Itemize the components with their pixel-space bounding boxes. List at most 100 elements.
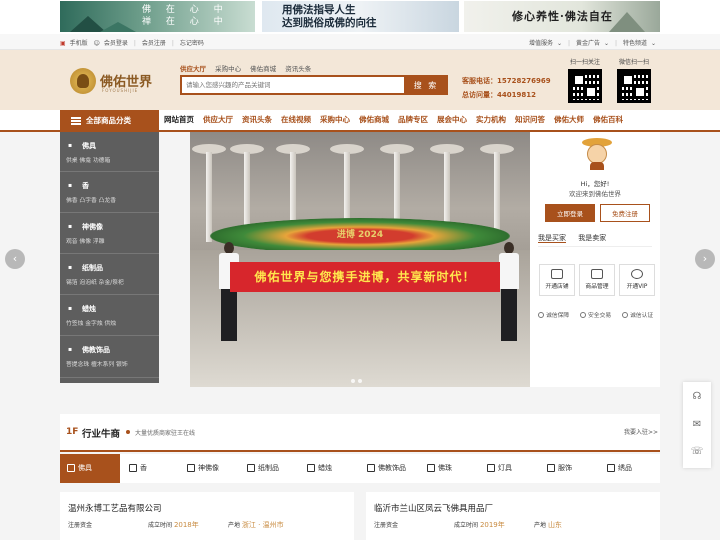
- category-item[interactable]: ▪ 神佛像 观音 佛像 浮雕: [60, 213, 159, 254]
- join-link[interactable]: 我要入驻>>: [624, 427, 658, 436]
- tab-category[interactable]: 佛具: [60, 454, 120, 483]
- open-vip-button[interactable]: 开通VIP: [619, 264, 655, 296]
- qr-follow: 扫一扫关注: [563, 57, 607, 103]
- nav-item[interactable]: 佛佑百科: [593, 115, 623, 124]
- ad-banner-1-text: 佛 在 心 中 禅 在 心 中: [142, 5, 229, 27]
- nav-item[interactable]: 实力机构: [476, 115, 506, 124]
- ad-banner-3[interactable]: 修心养性·佛法自在: [464, 1, 660, 32]
- expo-sign: 进博 2024: [336, 230, 384, 240]
- special-channel-link[interactable]: 特色频道: [623, 40, 647, 47]
- forgot-password-link[interactable]: 忘记密码: [180, 40, 204, 47]
- service-phone: 客服电话：15728276969: [462, 77, 551, 85]
- nav-item[interactable]: 品牌专区: [398, 115, 428, 124]
- tab-category[interactable]: 灯具: [480, 454, 512, 483]
- category-icon: [247, 464, 255, 472]
- nav-item[interactable]: 供应大厅: [203, 115, 233, 124]
- qr-wechat: 微信扫一扫: [612, 57, 656, 103]
- company-card[interactable]: 临沂市兰山区凤云飞佛具用品厂 注册资金 成立时间 2019年 产地 山东: [366, 492, 660, 540]
- category-icon: [427, 464, 435, 472]
- category-item[interactable]: ▪ 佛教饰品 菩提念珠 檀木系列 银饰: [60, 336, 159, 378]
- divider: [538, 246, 652, 247]
- tab-category[interactable]: 绣品: [600, 454, 632, 483]
- site-logo[interactable]: 佛佑世界 FOYOUSHIJIE: [70, 68, 155, 98]
- section-subtitle: 大量优质商家驻王在线: [135, 430, 196, 437]
- mountain-decor: [609, 12, 645, 32]
- mountain-decor: [100, 22, 136, 32]
- company-name[interactable]: 临沂市兰山区凤云飞佛具用品厂: [374, 502, 493, 514]
- tab-category[interactable]: 佛教饰品: [360, 454, 406, 483]
- section-header: 1F 行业牛商 大量优质商家驻王在线 我要入驻>>: [60, 414, 660, 452]
- category-icon: [307, 464, 315, 472]
- hero-carousel[interactable]: 进博 2024 佛佑世界与您携手进博，共享新时代！: [190, 132, 530, 387]
- search-tab-purchase[interactable]: 采购中心: [215, 65, 241, 73]
- headset-icon[interactable]: ☊: [690, 390, 704, 404]
- nav-item[interactable]: 佛佑商城: [359, 115, 389, 124]
- qr-code-icon: [617, 69, 651, 103]
- category-item[interactable]: ▪ 香 佛香 凸字香 凸龙香: [60, 172, 159, 213]
- person-figure: [218, 242, 240, 352]
- calendar-icon: [591, 269, 603, 279]
- assurance-integrity: 诚信保障: [538, 310, 569, 319]
- person-figure: [498, 242, 520, 352]
- company-name[interactable]: 温州永博工艺品有限公司: [68, 502, 162, 514]
- nav-item[interactable]: 资讯头条: [242, 115, 272, 124]
- welcome-text: 欢迎来到佛佑世界: [569, 190, 621, 198]
- category-icon: [187, 464, 195, 472]
- category-icon: [487, 464, 495, 472]
- all-categories-button[interactable]: 全部商品分类: [60, 110, 159, 132]
- nav-item[interactable]: 知识问答: [515, 115, 545, 124]
- tab-category[interactable]: 蜡烛: [300, 454, 332, 483]
- register-button[interactable]: 免费注册: [600, 204, 650, 222]
- company-card[interactable]: 温州永博工艺品有限公司 注册资金 成立时间 2018年 产地 浙江 · 温州市: [60, 492, 354, 540]
- tab-category[interactable]: 佛珠: [420, 454, 452, 483]
- nav-item[interactable]: 采购中心: [320, 115, 350, 124]
- tab-category[interactable]: 纸制品: [240, 454, 279, 483]
- category-icon: ▪: [68, 182, 73, 189]
- member-register-link[interactable]: 会员注册: [142, 40, 166, 47]
- tab-category[interactable]: 服饰: [540, 454, 572, 483]
- nav-item[interactable]: 佛佑大师: [554, 115, 584, 124]
- nav-item[interactable]: 展会中心: [437, 115, 467, 124]
- contact-info: 客服电话：15728276969 总访问量：44019812: [462, 74, 551, 102]
- search-button[interactable]: 搜 索: [404, 75, 448, 95]
- carousel-next-button[interactable]: ›: [695, 249, 715, 269]
- category-icon: [367, 464, 375, 472]
- ad-banner-1[interactable]: 佛 在 心 中 禅 在 心 中: [60, 1, 255, 32]
- role-tabs: 我是买家 我是卖家: [538, 233, 616, 243]
- search-tab-news[interactable]: 资讯头条: [285, 65, 311, 73]
- mobile-link[interactable]: 手机版: [70, 40, 88, 47]
- tab-category[interactable]: 香: [122, 454, 147, 483]
- carousel-prev-button[interactable]: ‹: [5, 249, 25, 269]
- wechat-icon[interactable]: ✉: [690, 418, 704, 432]
- gold-ad-link[interactable]: 黄金广告: [576, 40, 600, 47]
- member-login-link[interactable]: 会员登录: [104, 40, 128, 47]
- login-button[interactable]: 立即登录: [545, 204, 595, 222]
- carousel-dots[interactable]: [351, 377, 365, 385]
- avatar: [581, 138, 613, 170]
- category-item[interactable]: ▪ 纸制品 锡箔 泡泡纸 杂金/祭祀: [60, 254, 159, 295]
- search-tab-mall[interactable]: 佛佑商城: [250, 65, 276, 73]
- phone-icon[interactable]: ☏: [690, 445, 704, 459]
- product-manage-button[interactable]: 商品管理: [579, 264, 615, 296]
- search-tab-supply[interactable]: 供应大厅: [180, 65, 206, 73]
- search-box: 搜 索: [180, 75, 448, 95]
- search-input[interactable]: [186, 79, 386, 91]
- tab-category[interactable]: 神佛像: [180, 454, 219, 483]
- chevron-down-icon: ⌄: [556, 40, 562, 47]
- ad-banner-2-text: 用佛法指导人生 达到脱俗成佛的向往: [282, 4, 377, 29]
- ad-banner-2[interactable]: 用佛法指导人生 达到脱俗成佛的向往: [262, 1, 459, 32]
- nav-item-home[interactable]: 网站首页: [164, 115, 194, 124]
- total-visits: 总访问量：44019812: [462, 91, 536, 99]
- value-added-link[interactable]: 增值服务: [529, 40, 553, 47]
- lock-icon: [580, 312, 586, 318]
- open-store-button[interactable]: 开通店铺: [539, 264, 575, 296]
- tab-buyer[interactable]: 我是买家: [538, 234, 566, 243]
- category-icon: [129, 464, 137, 472]
- nav-item[interactable]: 在线视频: [281, 115, 311, 124]
- category-tabs: 佛具 香 神佛像 纸制品 蜡烛 佛教饰品 佛珠 灯具 服饰 绣品: [60, 454, 660, 483]
- top-utility-bar: ▣ 手机版 ☺ 会员登录 | 会员注册 | 忘记密码 增值服务 ⌄ | 黄金广告 ⌄ | 特色频…: [0, 34, 720, 50]
- category-icon: ▪: [68, 264, 73, 271]
- category-item[interactable]: ▪ 蜡烛 竹签烛 金字烛 供烛: [60, 295, 159, 336]
- category-item[interactable]: ▪ 佛具 供桌 佛龛 功德箱: [60, 132, 159, 172]
- tab-seller[interactable]: 我是卖家: [578, 234, 606, 242]
